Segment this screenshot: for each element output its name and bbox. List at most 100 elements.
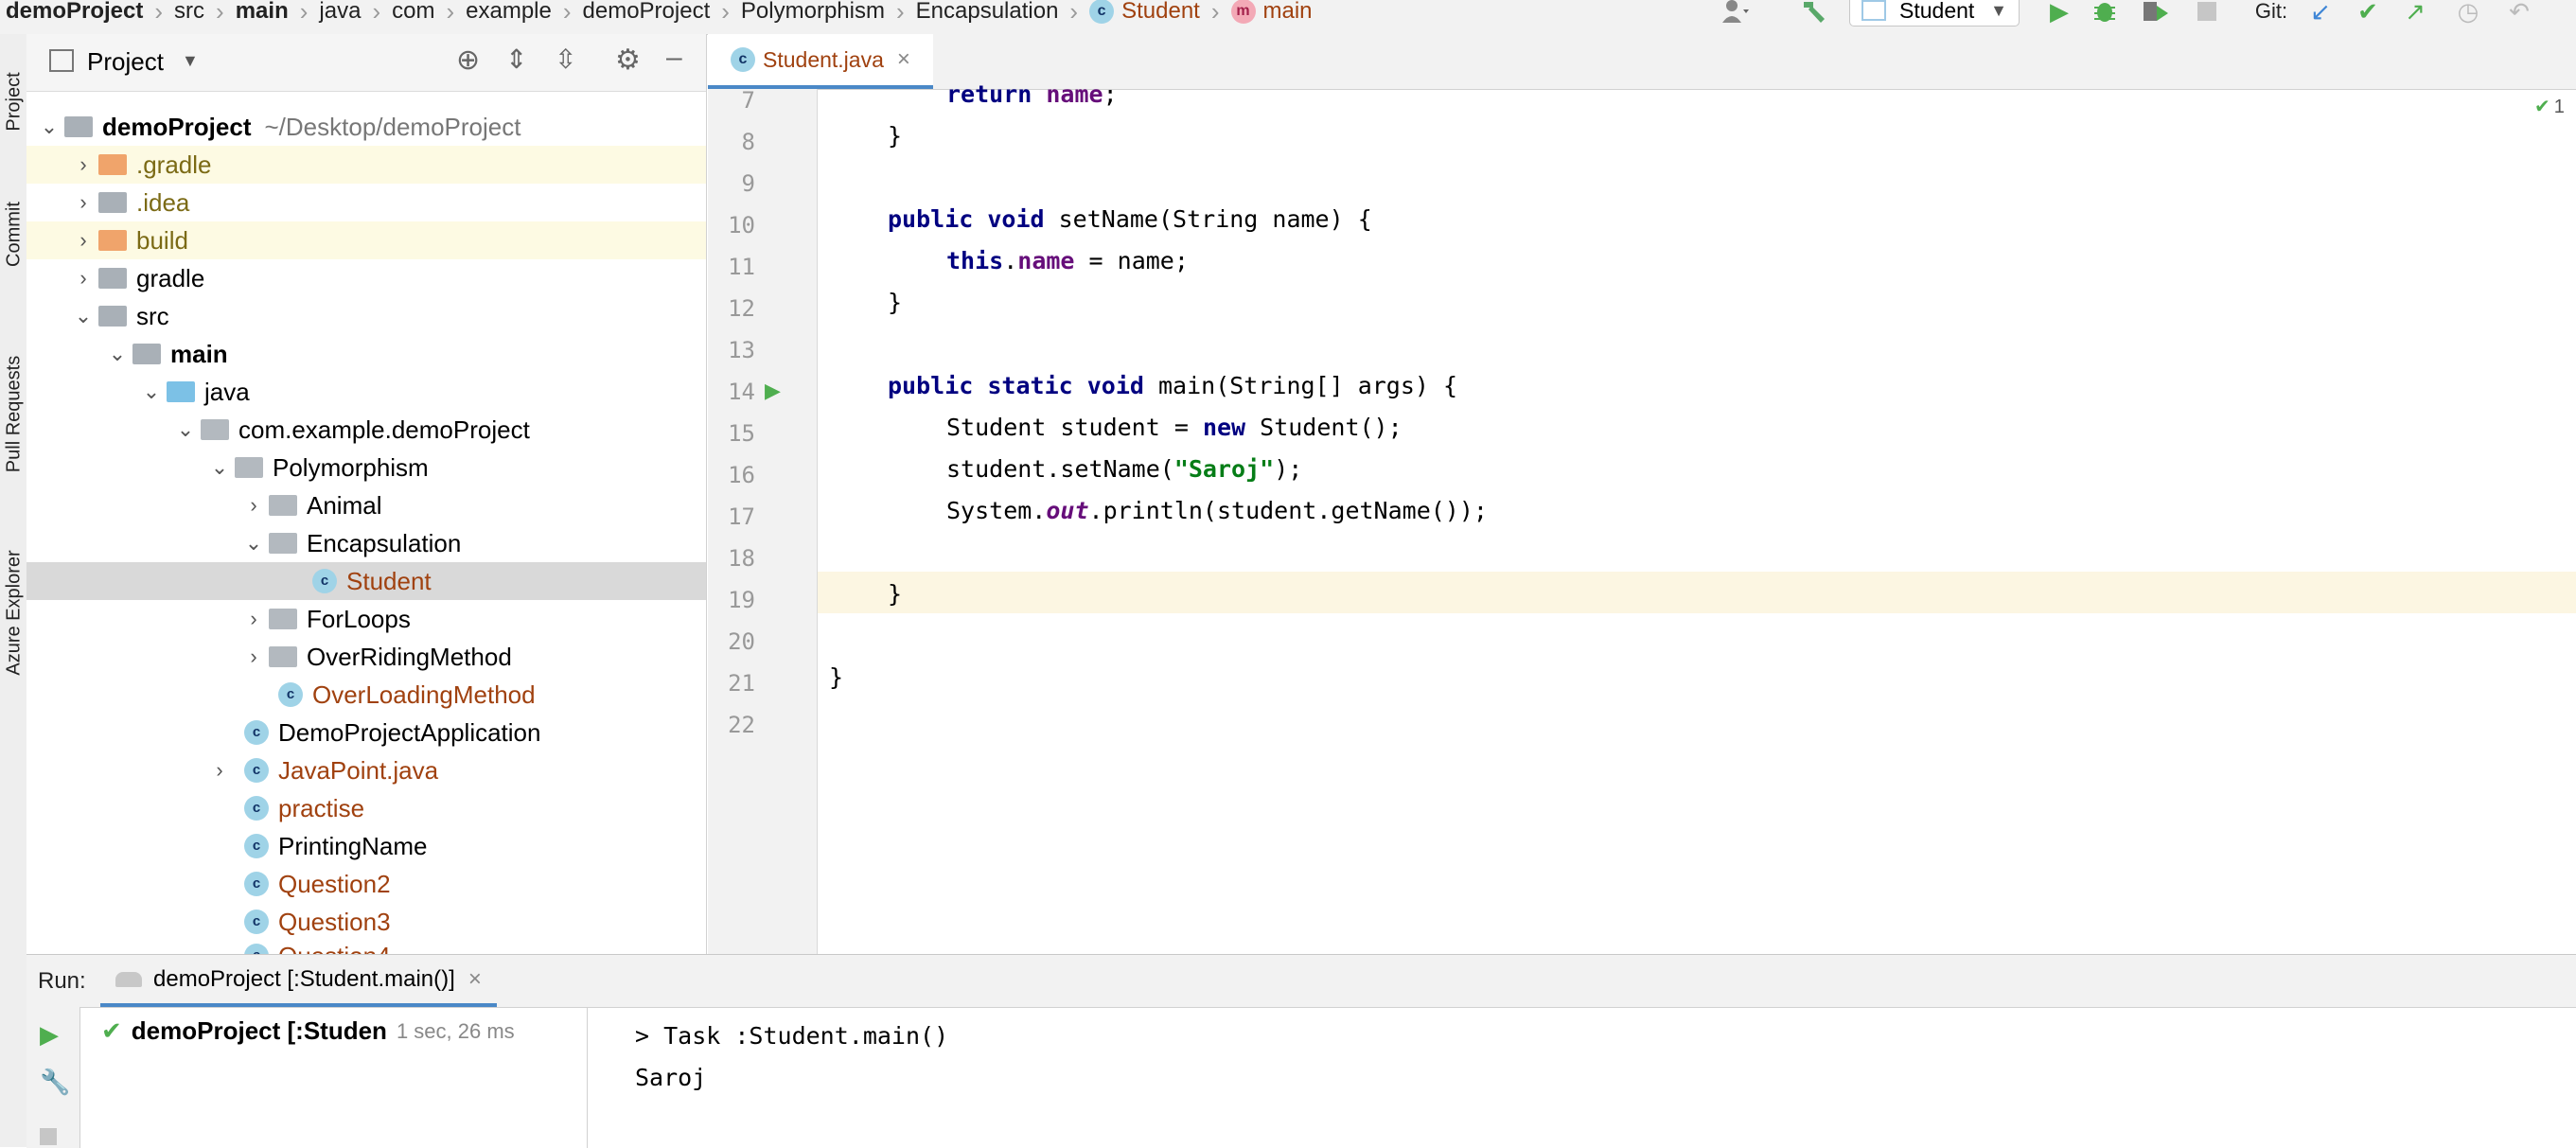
editor-body[interactable]: 7 8 9 10 11 12 13 14 15 16 17 18 19 20 2… [708,80,2576,954]
tree-item-demoProject[interactable]: ⌄ demoProject ~/Desktop/demoProject [26,108,706,146]
config-icon [1861,0,1886,21]
chevron-down-icon[interactable]: ▼ [182,51,199,71]
expand-all-icon[interactable]: ⇕ [505,44,527,75]
chevron-down-icon[interactable]: ⌄ [204,455,235,480]
commit-tool-button[interactable]: Commit [4,183,26,287]
breadcrumb-item[interactable]: example [466,0,552,25]
breadcrumb-item[interactable]: Encapsulation [916,0,1059,25]
project-view-icon [49,49,74,72]
chevron-right-icon[interactable]: › [68,152,98,177]
locate-icon[interactable]: ⊕ [456,44,480,77]
debug-icon[interactable] [2088,0,2122,23]
build-hammer-icon[interactable] [1796,0,1830,23]
run-duration: 1 sec, 26 ms [396,1018,515,1043]
tree-item-src[interactable]: ⌄ src [26,297,706,335]
chevron-down-icon[interactable]: ⌄ [136,380,167,404]
folder-icon [98,306,127,327]
breadcrumb-item-class[interactable]: c Student [1089,0,1200,25]
tree-item-practise[interactable]: c practise [26,789,706,827]
tree-item-main[interactable]: ⌄ main [26,335,706,373]
chevron-down-icon[interactable]: ⌄ [170,417,201,442]
run-with-coverage-icon[interactable] [2137,0,2175,23]
breadcrumb-item-method[interactable]: m main [1230,0,1313,25]
tree-item-question3[interactable]: c Question3 [26,903,706,941]
hide-icon[interactable]: – [666,42,682,74]
package-icon [269,646,297,667]
tree-item-printingname[interactable]: c PrintingName [26,827,706,865]
tree-item-gradle-hidden[interactable]: › .gradle [26,146,706,184]
close-icon[interactable]: × [897,46,910,73]
chevron-right-icon[interactable]: › [238,493,269,518]
project-tool-button[interactable]: Project [4,50,26,154]
tree-item-animal[interactable]: › Animal [26,486,706,524]
tab-student-java[interactable]: c Student.java × [708,34,933,89]
stop-icon[interactable] [2192,0,2222,23]
line-number: 15 [728,420,755,447]
tree-item-overloadingmethod[interactable]: c OverLoadingMethod [26,676,706,714]
git-rollback-icon[interactable]: ↶ [2502,0,2536,26]
chevron-right-icon[interactable]: › [68,228,98,253]
chevron-right-icon[interactable]: › [238,645,269,669]
git-push-icon[interactable]: ↗ [2398,0,2432,26]
run-configuration-select[interactable]: Student ▼ [1849,0,2020,26]
collapse-all-icon[interactable]: ⇳ [555,44,576,75]
tree-item-demoprojectapplication[interactable]: c DemoProjectApplication [26,714,706,751]
chevron-down-icon[interactable]: ⌄ [34,115,64,139]
chevron-right-icon[interactable]: › [204,758,235,783]
run-gutter-icon[interactable]: ▶ [765,379,781,403]
tree-item-polymorphism[interactable]: ⌄ Polymorphism [26,449,706,486]
chevron-right-icon[interactable]: › [68,190,98,215]
breadcrumb-item[interactable]: java [319,0,361,25]
pull-requests-tool-button[interactable]: Pull Requests [4,334,26,495]
tree-item-label: Polymorphism [273,452,429,482]
tree-item-question4[interactable]: c Question4 [26,937,706,954]
line-number: 9 [741,170,755,197]
chevron-down-icon[interactable]: ⌄ [238,531,269,556]
class-icon: c [244,944,269,954]
tree-item-label: src [136,301,169,330]
tree-item-question2[interactable]: c Question2 [26,865,706,903]
wrench-icon[interactable]: 🔧 [40,1068,70,1097]
line-number: 13 [728,337,755,363]
line-number: 14 [728,379,755,405]
tree-item-package[interactable]: ⌄ com.example.demoProject [26,411,706,449]
tree-item-overridingmethod[interactable]: › OverRidingMethod [26,638,706,676]
breadcrumb-item[interactable]: main [236,0,289,25]
chevron-down-icon[interactable]: ⌄ [68,304,98,328]
tree-item-student[interactable]: c Student [26,562,706,600]
run-result-item[interactable]: ✔ demoProject [:Studen 1 sec, 26 ms [101,1016,515,1046]
tree-item-forloops[interactable]: › ForLoops [26,600,706,638]
breadcrumb-item[interactable]: demoProject [6,0,143,25]
tree-item-java[interactable]: ⌄ java [26,373,706,411]
tree-item-gradle[interactable]: › gradle [26,259,706,297]
breadcrumb-item[interactable]: demoProject [583,0,711,25]
tree-item-idea[interactable]: › .idea [26,184,706,221]
breadcrumb-item[interactable]: com [392,0,434,25]
azure-explorer-tool-button[interactable]: Azure Explorer [4,533,26,694]
tree-item-javapoint[interactable]: › c JavaPoint.java [26,751,706,789]
chevron-right-icon[interactable]: › [238,607,269,631]
breadcrumb-item[interactable]: src [174,0,204,25]
class-icon: c [244,720,269,745]
breadcrumb-item[interactable]: Polymorphism [741,0,885,25]
run-tab[interactable]: demoProject [:Student.main()] × [100,955,497,1007]
tree-item-build[interactable]: › build [26,221,706,259]
console-output[interactable]: > Task :Student.main() Saroj [588,1007,2576,1148]
run-icon[interactable]: ▶ [2042,0,2076,26]
tree-item-encapsulation[interactable]: ⌄ Encapsulation [26,524,706,562]
tree-item-label: Question2 [278,869,391,898]
git-history-icon[interactable]: ◷ [2451,0,2485,26]
user-icon[interactable] [1715,0,1758,23]
git-update-icon[interactable]: ↙ [2303,0,2338,26]
rerun-icon[interactable]: ▶ [40,1020,59,1050]
gradle-elephant-icon [115,971,142,987]
gear-icon[interactable]: ⚙ [615,44,641,77]
breadcrumb-label: main [1262,0,1313,24]
stop-icon[interactable] [40,1128,57,1145]
close-icon[interactable]: × [468,966,482,993]
inspection-ok-icon[interactable]: ✔ 1 [2534,95,2565,118]
project-panel-title[interactable]: Project [87,47,164,77]
chevron-down-icon[interactable]: ⌄ [102,342,132,366]
git-commit-icon[interactable]: ✔ [2351,0,2385,26]
chevron-right-icon[interactable]: › [68,266,98,291]
